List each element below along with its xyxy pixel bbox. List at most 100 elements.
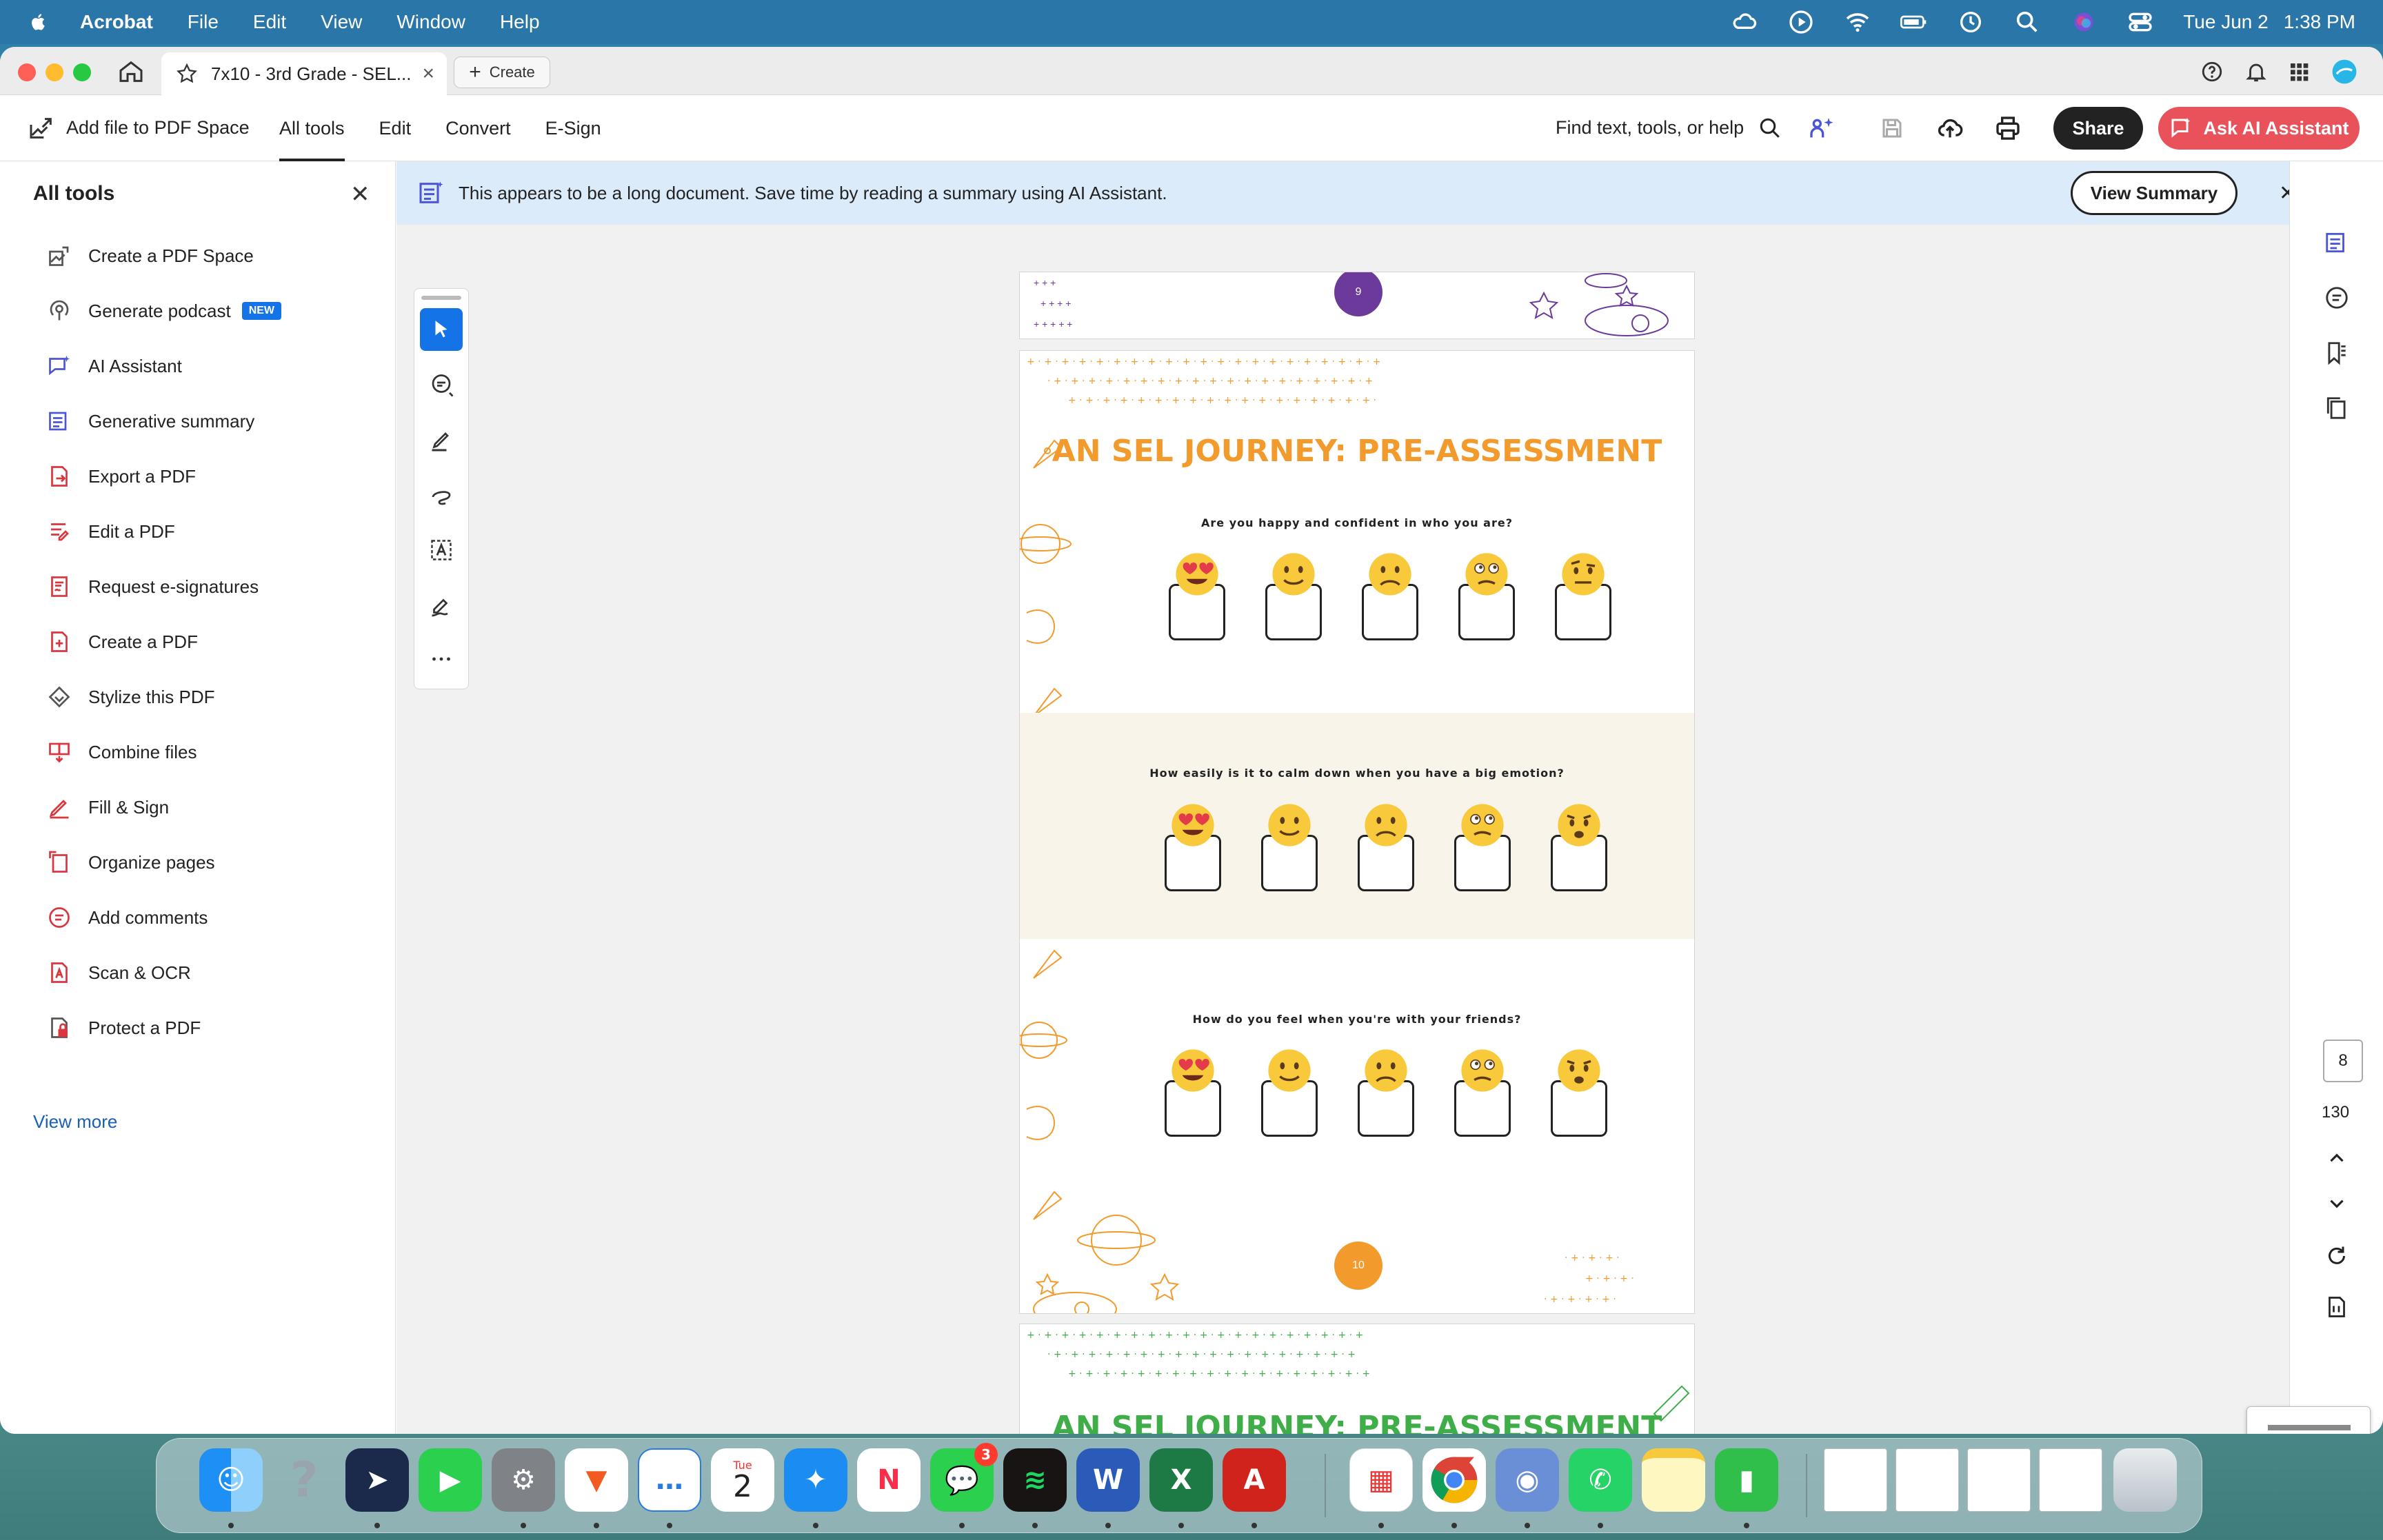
previous-page-icon[interactable]: [2322, 1143, 2352, 1173]
page-thumbnail-preview[interactable]: [2246, 1406, 2371, 1434]
recent-document-icon[interactable]: [1824, 1448, 1887, 1512]
print-icon[interactable]: [1991, 112, 2024, 145]
recent-document-icon[interactable]: [1896, 1448, 1959, 1512]
unknown-app-icon[interactable]: ?: [272, 1448, 336, 1512]
rating-option-worried[interactable]: [1551, 802, 1607, 891]
menu-help[interactable]: Help: [500, 11, 540, 33]
tab-edit[interactable]: Edit: [362, 95, 429, 161]
create-tab-button[interactable]: + Create: [454, 57, 550, 88]
control-center-icon[interactable]: [2126, 8, 2154, 36]
rating-option-love[interactable]: [1165, 802, 1221, 891]
help-icon[interactable]: [2197, 57, 2227, 87]
feedback-icon[interactable]: …: [638, 1448, 701, 1512]
rating-option-sad[interactable]: [1358, 802, 1414, 891]
numbers-icon[interactable]: ▮: [1715, 1448, 1778, 1512]
calendar-icon[interactable]: Tue 2: [711, 1448, 774, 1512]
rating-option-happy[interactable]: [1265, 551, 1322, 640]
apps-grid-icon[interactable]: [2284, 57, 2314, 87]
rating-option-confused[interactable]: [1454, 802, 1511, 891]
menu-view[interactable]: View: [321, 11, 362, 33]
notifications-bell-icon[interactable]: [2241, 57, 2271, 87]
system-settings-icon[interactable]: ⚙: [492, 1448, 555, 1512]
save-icon[interactable]: [1876, 112, 1909, 145]
battery-icon[interactable]: [1900, 8, 1928, 36]
next-page-icon[interactable]: [2322, 1188, 2352, 1219]
actual-size-icon[interactable]: [2322, 1292, 2352, 1322]
menubar-time[interactable]: 1:38 PM: [2284, 11, 2355, 33]
finder-icon[interactable]: ☺: [199, 1448, 263, 1512]
facetime-icon[interactable]: ▶: [419, 1448, 482, 1512]
more-tools-icon[interactable]: [420, 638, 463, 680]
whatsapp-icon[interactable]: ✆: [1569, 1448, 1632, 1512]
messages-icon[interactable]: 💬 3: [930, 1443, 998, 1512]
rating-option-sad[interactable]: [1362, 551, 1418, 640]
minimize-window-button[interactable]: [46, 63, 63, 81]
creative-cloud-icon[interactable]: [1731, 8, 1758, 36]
microsoft-word-icon[interactable]: W: [1076, 1448, 1140, 1512]
menu-edit[interactable]: Edit: [253, 11, 286, 33]
recent-document-icon[interactable]: [2039, 1448, 2102, 1512]
rating-option-happy[interactable]: [1261, 802, 1318, 891]
menu-file[interactable]: File: [188, 11, 219, 33]
star-icon[interactable]: [175, 62, 199, 85]
menu-app-name[interactable]: Acrobat: [80, 11, 153, 33]
find-search-box[interactable]: Find text, tools, or help: [1556, 116, 1782, 141]
add-comment-tool-icon[interactable]: [420, 363, 463, 406]
notes-icon[interactable]: [1642, 1448, 1705, 1512]
tab-convert[interactable]: Convert: [428, 95, 528, 161]
tool-stylize-pdf[interactable]: Stylize this PDF: [46, 680, 215, 714]
tab-all-tools[interactable]: All tools: [262, 95, 362, 161]
robot-app-icon[interactable]: ◉: [1496, 1448, 1559, 1512]
tool-generate-podcast[interactable]: Generate podcast NEW: [46, 294, 282, 328]
apple-icon[interactable]: [25, 8, 52, 36]
view-summary-button[interactable]: View Summary: [2071, 171, 2238, 215]
menu-window[interactable]: Window: [396, 11, 465, 33]
drag-handle[interactable]: [421, 296, 461, 300]
ask-ai-assistant-button[interactable]: Ask AI Assistant: [2158, 107, 2360, 150]
spotify-icon[interactable]: ≋: [1003, 1448, 1067, 1512]
rating-option-worried[interactable]: [1551, 1047, 1607, 1137]
time-machine-icon[interactable]: [1957, 8, 1984, 36]
comments-icon[interactable]: [2322, 283, 2352, 313]
tab-document[interactable]: 7x10 - 3rd Grade - SEL... ×: [161, 52, 447, 95]
tool-fill-sign[interactable]: Fill & Sign: [46, 790, 169, 824]
view-more-link[interactable]: View more: [33, 1111, 117, 1133]
tool-ai-assistant[interactable]: AI Assistant: [46, 349, 182, 383]
page-thumbnails-icon[interactable]: [2322, 393, 2352, 423]
safari-icon[interactable]: ✦: [784, 1448, 847, 1512]
text-select-tool-icon[interactable]: [420, 529, 463, 571]
rotate-icon[interactable]: [2322, 1241, 2352, 1271]
add-file-to-pdf-space-button[interactable]: Add file to PDF Space: [28, 114, 250, 142]
tab-e-sign[interactable]: E-Sign: [528, 95, 619, 161]
close-window-button[interactable]: [18, 63, 36, 81]
ai-summary-icon[interactable]: [2322, 227, 2352, 258]
brave-browser-icon[interactable]: ▼: [565, 1448, 628, 1512]
home-icon[interactable]: [116, 58, 146, 85]
tool-protect-pdf[interactable]: Protect a PDF: [46, 1011, 201, 1045]
rating-option-confused[interactable]: [1458, 551, 1515, 640]
tool-export-pdf[interactable]: Export a PDF: [46, 459, 196, 494]
tool-request-e-signatures[interactable]: Request e-signatures: [46, 569, 259, 604]
spotlight-search-icon[interactable]: [2013, 8, 2041, 36]
rating-option-love[interactable]: [1165, 1047, 1221, 1137]
current-page-input[interactable]: 8: [2323, 1040, 2363, 1082]
chrome-icon[interactable]: [1422, 1448, 1486, 1512]
ai-tools-icon[interactable]: [1805, 112, 1838, 145]
sign-tool-icon[interactable]: [420, 584, 463, 627]
rating-option-skeptical[interactable]: [1555, 551, 1611, 640]
rating-option-confused[interactable]: [1454, 1047, 1511, 1137]
acrobat-icon[interactable]: A: [1223, 1448, 1286, 1512]
trash-icon[interactable]: [2113, 1448, 2177, 1512]
close-tab-icon[interactable]: ×: [422, 62, 434, 85]
news-icon[interactable]: N: [857, 1448, 921, 1512]
share-button[interactable]: Share: [2053, 107, 2143, 150]
close-panel-icon[interactable]: ✕: [350, 181, 370, 208]
microsoft-excel-icon[interactable]: X: [1149, 1448, 1213, 1512]
recent-document-icon[interactable]: [1967, 1448, 2031, 1512]
siri-icon[interactable]: [2070, 8, 2098, 36]
play-icon[interactable]: [1787, 8, 1815, 36]
rating-option-love[interactable]: [1169, 551, 1225, 640]
tool-create-pdf-space[interactable]: Create a PDF Space: [46, 239, 254, 273]
wifi-icon[interactable]: [1844, 8, 1871, 36]
tool-organize-pages[interactable]: Organize pages: [46, 845, 215, 880]
